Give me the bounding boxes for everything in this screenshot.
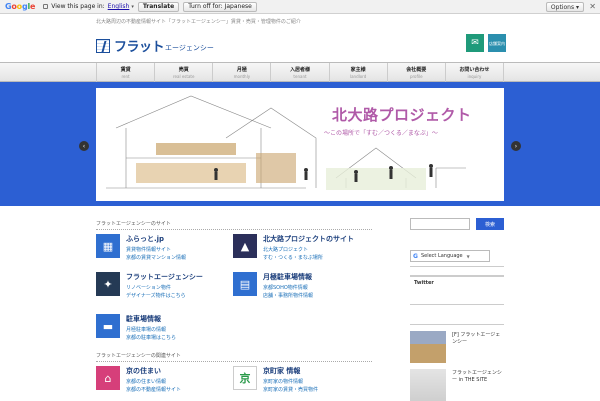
translate-button[interactable]: Translate	[137, 1, 180, 12]
building-icon: ▦	[96, 234, 120, 258]
lock-icon	[43, 4, 49, 9]
car-icon: ▬	[96, 314, 120, 338]
language-selector[interactable]: G Select Language ▼	[410, 250, 490, 262]
site-tagline: 北大路周辺の不動産情報サイト「フラットエージェンシー」賃貸・売買・管理物件のご紹…	[96, 19, 301, 25]
site-logo[interactable]: フラット エージェンシー	[96, 36, 214, 55]
news-item[interactable]: [F] フラットエージェンシー	[410, 331, 504, 363]
section-title-related: フラットエージェンシーの関連サイト	[96, 352, 372, 362]
card-kitaoji-project[interactable]: ▲ 北大路プロジェクトのサイト 北大路プロジェクト すむ・つくる・まなぶ場所	[233, 234, 373, 261]
kyo-character-icon: 京	[233, 366, 257, 390]
house-icon: ⌂	[96, 366, 120, 390]
news-thumbnail	[410, 331, 446, 363]
sparkle-icon: ✦	[96, 272, 120, 296]
store-info-icon[interactable]: 店舗案内	[488, 34, 506, 52]
google-logo: Google	[5, 2, 36, 11]
triangle-icon: ▲	[233, 234, 257, 258]
language-select[interactable]: English	[108, 3, 130, 10]
nav-item-landlord[interactable]: 家主様 landlord	[330, 63, 388, 82]
card-flat-jp[interactable]: ▦ ふらっと.jp 賃貸物件情報サイト 京都の賃貸マンション情報	[96, 234, 236, 261]
news-thumbnail	[410, 369, 446, 401]
turn-off-button[interactable]: Turn off for: Japanese	[183, 1, 257, 12]
search-button[interactable]: 検索	[476, 218, 504, 230]
mail-icon[interactable]: ✉	[466, 34, 484, 52]
translate-bar: Google View this page in: English ▾ Tran…	[0, 0, 600, 14]
card-kyomachiya[interactable]: 京 京町家 情報 京町家の物件情報 京町家の賃貸・売買物件	[233, 366, 373, 393]
site-header: 北大路周辺の不動産情報サイト「フラットエージェンシー」賃貸・売買・管理物件のご紹…	[0, 14, 600, 62]
chevron-down-icon[interactable]: ▾	[131, 4, 134, 10]
section-title-sites: フラットエージェンシーのサイト	[96, 220, 372, 230]
main-nav: 賃貸 rent 売買 real estate 月極 monthly 入居者様 tenan…	[0, 62, 600, 82]
chevron-down-icon: ▼	[466, 253, 470, 259]
hero-title: 北大路プロジェクト	[332, 106, 472, 124]
hero-banner: 北大路プロジェクト ～この場所で「すむ／つくる／まなぶ」～	[0, 82, 600, 206]
nav-item-rent[interactable]: 賃貸 rent	[97, 63, 156, 82]
nav-item-real-estate[interactable]: 売買 real estate	[155, 63, 214, 82]
store-icon: ▤	[233, 272, 257, 296]
card-monthly-parking[interactable]: ▤ 月極駐車場情報 京都SOHO物件情報 店舗・事務所物件情報	[233, 272, 373, 299]
twitter-widget: Twitter	[410, 275, 504, 305]
view-page-label: View this page in:	[51, 3, 105, 10]
close-icon[interactable]: ✕	[589, 2, 596, 12]
card-kyo-sumai[interactable]: ⌂ 京の住まい 京都の住まい情報 京都の不動産情報サイト	[96, 366, 236, 393]
card-parking[interactable]: ▬ 駐車場情報 月極駐車場の情報 京都の駐車場はこちら	[96, 314, 236, 341]
nav-item-tenant[interactable]: 入居者様 tenant	[271, 63, 330, 82]
logo-sub-text: エージェンシー	[165, 43, 214, 52]
sidebar: 検索 G Select Language ▼ Twitter [F] フラットエ…	[410, 218, 504, 401]
header-icons: ✉ 店舗案内	[466, 34, 506, 52]
news-item[interactable]: フラットエージェンシー in THE SITE	[410, 369, 504, 401]
divider	[410, 266, 504, 267]
chevron-left-icon[interactable]: ‹	[79, 141, 89, 151]
logo-mark-icon	[96, 38, 110, 53]
twitter-label: Twitter	[414, 280, 434, 286]
hero-slide[interactable]: 北大路プロジェクト ～この場所で「すむ／つくる／まなぶ」～	[96, 88, 504, 201]
nav-item-monthly[interactable]: 月極 monthly	[213, 63, 272, 82]
options-button[interactable]: Options ▾	[545, 2, 584, 12]
nav-item-profile[interactable]: 会社概要 profile	[388, 63, 446, 82]
language-selector-label: Select Language	[420, 253, 463, 259]
search-input[interactable]	[410, 218, 470, 230]
hero-subtitle: ～この場所で「すむ／つくる／まなぶ」～	[324, 130, 438, 137]
nav-item-inquiry[interactable]: お問い合わせ inquiry	[446, 63, 504, 82]
google-g-icon: G	[413, 252, 418, 260]
card-flat-agency[interactable]: ✦ フラットエージェンシー リノベーション物件 デザイナーズ物件はこちら	[96, 272, 236, 299]
widget-spacer	[410, 309, 504, 325]
logo-main-text: フラット	[114, 40, 165, 55]
chevron-right-icon[interactable]: ›	[511, 141, 521, 151]
